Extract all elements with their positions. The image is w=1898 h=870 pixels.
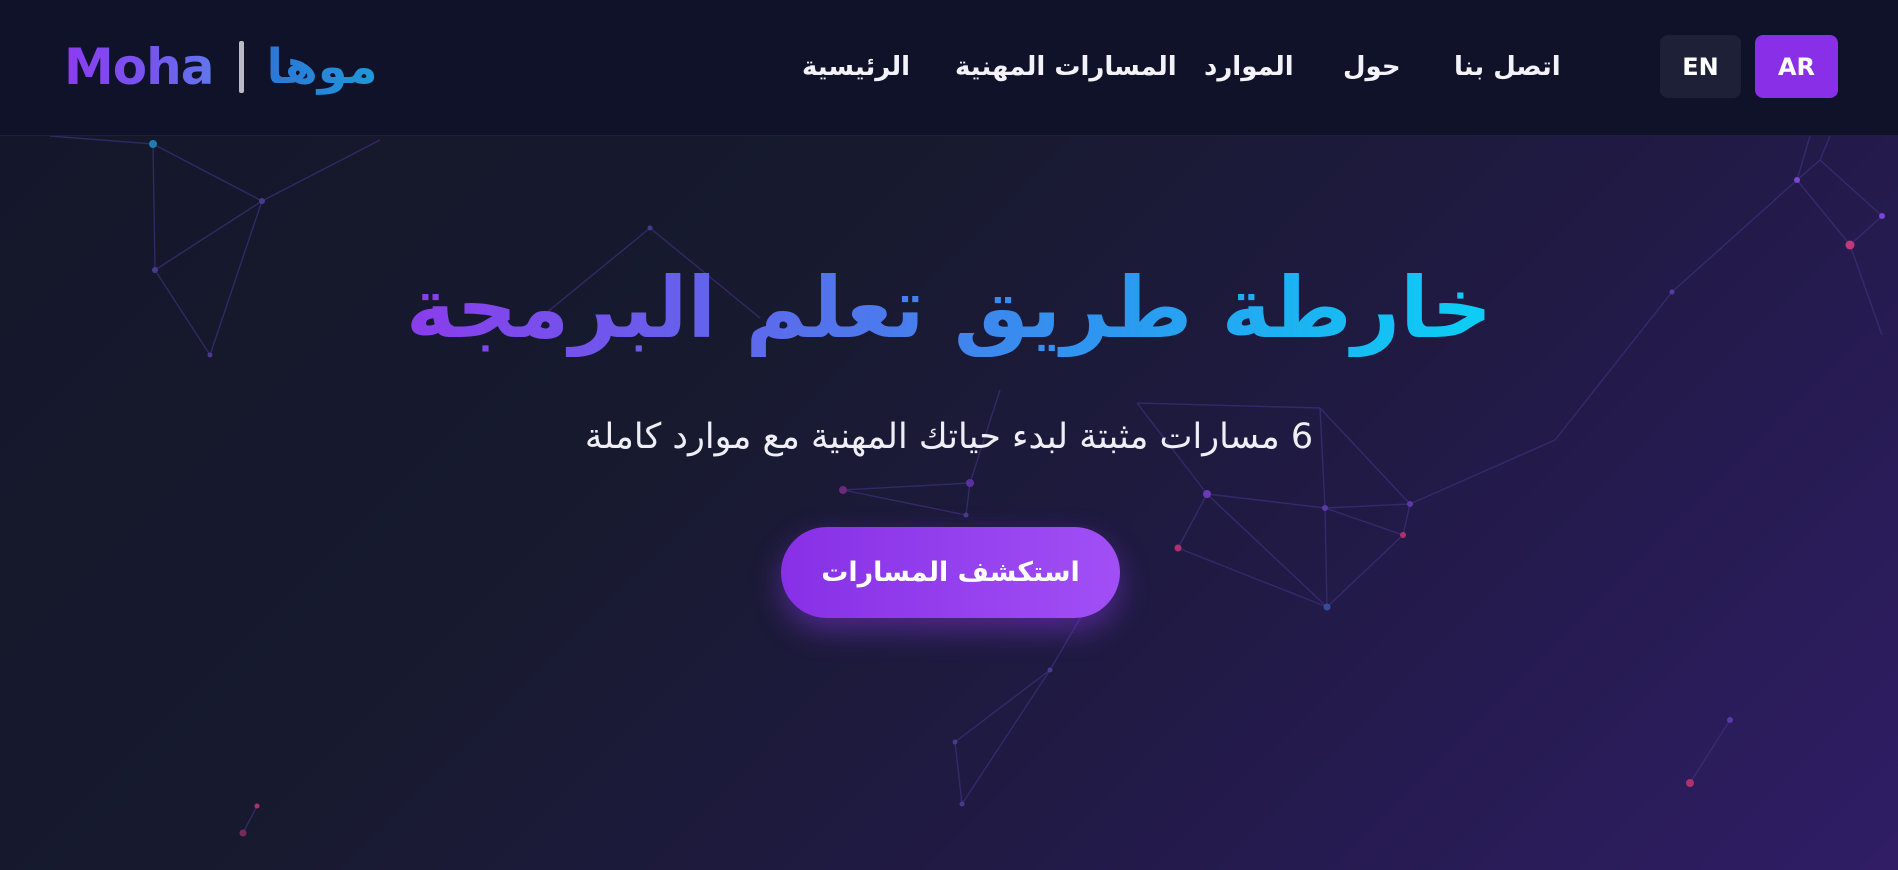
hero-title: خارطة طريق تعلم البرمجة	[0, 238, 1898, 378]
explore-paths-button[interactable]: استكشف المسارات	[781, 527, 1120, 618]
site-header: Moha موها الرئيسية المسارات المهنية المو…	[0, 0, 1898, 136]
logo-text-ar: موها	[266, 39, 378, 95]
language-button-en[interactable]: EN	[1660, 35, 1741, 98]
language-button-ar[interactable]: AR	[1755, 35, 1838, 98]
nav-link-resources[interactable]: الموارد	[1204, 47, 1294, 87]
nav-link-home[interactable]: الرئيسية	[802, 47, 910, 87]
site-logo[interactable]: Moha موها	[64, 34, 378, 100]
nav-link-about[interactable]: حول	[1343, 47, 1401, 87]
nav-link-career-paths[interactable]: المسارات المهنية	[955, 47, 1177, 87]
page: Moha موها الرئيسية المسارات المهنية المو…	[0, 0, 1898, 870]
hero-title-text: خارطة طريق تعلم البرمجة	[405, 259, 1493, 357]
logo-divider	[239, 41, 245, 93]
hero-subtitle: 6 مسارات مثبتة لبدء حياتك المهنية مع موا…	[584, 417, 1314, 457]
nav-link-contact[interactable]: اتصل بنا	[1454, 47, 1561, 87]
logo-text-en: Moha	[64, 38, 214, 96]
